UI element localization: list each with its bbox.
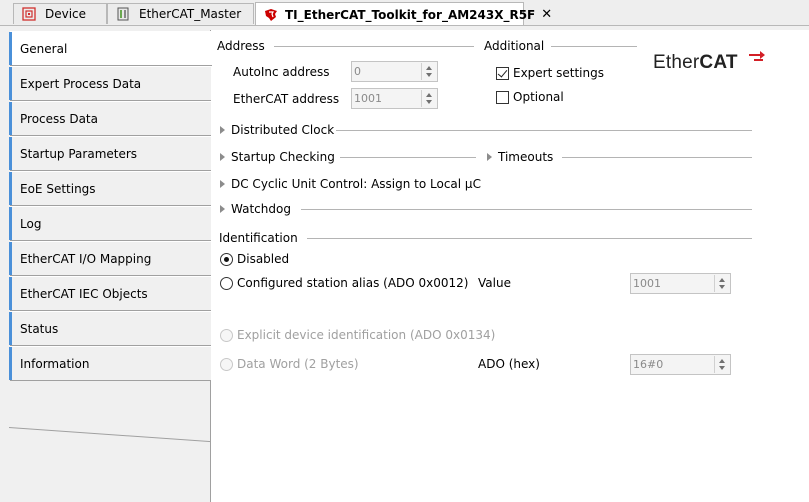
nav-item-ethercat-io-mapping[interactable]: EtherCAT I/O Mapping xyxy=(9,241,211,276)
identification-group-title: Identification xyxy=(219,231,298,245)
spinner-arrows[interactable] xyxy=(714,356,729,373)
nav-item-log[interactable]: Log xyxy=(9,206,211,241)
ethercat-address-spinner[interactable]: 1001 xyxy=(351,88,438,109)
watchdog-divider xyxy=(301,209,752,210)
spinner-up-icon[interactable] xyxy=(426,66,432,70)
nav-item-expert-process-data[interactable]: Expert Process Data xyxy=(9,66,211,101)
configured-station-alias-label: Configured station alias (ADO 0x0012) xyxy=(237,276,469,290)
timeouts-section[interactable]: Timeouts xyxy=(498,150,553,164)
autoinc-address-value: 0 xyxy=(354,65,361,78)
ethercat-address-value: 1001 xyxy=(354,92,382,105)
tab-strip-divider xyxy=(0,25,809,26)
nav-item-label: Information xyxy=(20,356,90,371)
spinner-up-icon[interactable] xyxy=(719,359,725,363)
nav-item-information[interactable]: Information xyxy=(9,346,211,381)
optional-checkbox[interactable] xyxy=(496,91,509,104)
ethercat-address-label: EtherCAT address xyxy=(233,92,340,106)
spinner-arrows[interactable] xyxy=(714,275,729,292)
spinner-up-icon[interactable] xyxy=(719,278,725,282)
ethercat-logo: EtherCAT xyxy=(653,51,765,74)
nav-item-label: General xyxy=(20,41,68,56)
distributed-clock-divider xyxy=(336,130,752,131)
watchdog-section[interactable]: Watchdog xyxy=(231,202,291,216)
ado-hex-value: 16#0 xyxy=(633,358,664,371)
editor-tab-strip: Device EtherCAT_Master TI_EtherCAT_Toolk… xyxy=(0,0,809,26)
explicit-device-identification-label: Explicit device identification (ADO 0x01… xyxy=(237,328,496,342)
expert-settings-label: Expert settings xyxy=(513,66,604,80)
expand-startup-checking-icon[interactable] xyxy=(220,153,225,161)
nav-item-label: Status xyxy=(20,321,59,336)
nav-item-ethercat-iec-objects[interactable]: EtherCAT IEC Objects xyxy=(9,276,211,311)
tab-ti-ethercat-toolkit-label: TI_EtherCAT_Toolkit_for_AM243X_R5F xyxy=(285,7,536,22)
address-divider xyxy=(274,46,474,47)
startup-checking-section[interactable]: Startup Checking xyxy=(231,150,335,164)
nav-item-label: Process Data xyxy=(20,111,98,126)
nav-item-label: Startup Parameters xyxy=(20,146,138,161)
spinner-arrows[interactable] xyxy=(421,63,436,80)
autoinc-address-spinner[interactable]: 0 xyxy=(351,61,438,82)
general-settings-panel: Address AutoInc address 0 EtherCAT addre… xyxy=(211,30,809,502)
additional-group-title: Additional xyxy=(484,39,545,53)
ado-hex-spinner[interactable]: 16#0 xyxy=(630,354,731,375)
nav-item-label: EoE Settings xyxy=(20,181,96,196)
expand-timeouts-icon[interactable] xyxy=(487,153,492,161)
startup-checking-divider xyxy=(340,157,476,158)
alias-value-label: Value xyxy=(478,276,511,290)
spinner-down-icon[interactable] xyxy=(719,366,725,370)
spinner-up-icon[interactable] xyxy=(426,93,432,97)
identification-disabled-radio[interactable] xyxy=(220,253,233,266)
address-group-title: Address xyxy=(217,39,265,53)
timeouts-divider xyxy=(562,157,752,158)
nav-item-label: EtherCAT IEC Objects xyxy=(20,286,148,301)
nav-item-general[interactable]: General xyxy=(9,31,212,66)
tab-ethercat-master-label: EtherCAT_Master xyxy=(139,7,242,21)
additional-divider xyxy=(551,46,637,47)
nav-item-label: EtherCAT I/O Mapping xyxy=(20,251,152,266)
ethercat-logo-prefix: Ether xyxy=(653,52,700,73)
ethercat-logo-arrow-icon xyxy=(749,51,765,61)
settings-nav: General Expert Process Data Process Data… xyxy=(0,30,212,502)
tab-device-label: Device xyxy=(45,7,87,21)
expand-dc-cyclic-icon[interactable] xyxy=(220,180,225,188)
expert-settings-checkbox[interactable] xyxy=(496,67,509,80)
explicit-device-identification-radio[interactable] xyxy=(220,329,233,342)
ado-hex-label: ADO (hex) xyxy=(478,357,540,371)
ethercat-logo-bold: CAT xyxy=(699,52,738,73)
expand-distributed-clock-icon[interactable] xyxy=(220,126,225,134)
tab-ti-ethercat-toolkit[interactable]: TI_EtherCAT_Toolkit_for_AM243X_R5F ✕ xyxy=(255,2,552,26)
dc-cyclic-unit-control-section[interactable]: DC Cyclic Unit Control: Assign to Local … xyxy=(231,177,481,191)
ti-logo-icon xyxy=(265,8,277,21)
expand-watchdog-icon[interactable] xyxy=(220,205,225,213)
distributed-clock-section[interactable]: Distributed Clock xyxy=(231,123,334,137)
device-icon xyxy=(22,7,36,21)
close-tab-icon[interactable]: ✕ xyxy=(541,8,552,21)
data-word-label: Data Word (2 Bytes) xyxy=(237,357,359,371)
tab-ethercat-master[interactable]: EtherCAT_Master xyxy=(107,3,254,24)
spinner-arrows[interactable] xyxy=(421,90,436,107)
nav-item-process-data[interactable]: Process Data xyxy=(9,101,211,136)
alias-value-text: 1001 xyxy=(633,277,661,290)
nav-item-startup-parameters[interactable]: Startup Parameters xyxy=(9,136,211,171)
nav-item-eoe-settings[interactable]: EoE Settings xyxy=(9,171,211,206)
configured-station-alias-radio[interactable] xyxy=(220,277,233,290)
optional-label: Optional xyxy=(513,90,564,104)
spinner-down-icon[interactable] xyxy=(426,100,432,104)
ethercat-master-icon xyxy=(117,7,129,21)
nav-item-label: Log xyxy=(20,216,42,231)
spinner-down-icon[interactable] xyxy=(719,285,725,289)
nav-item-status[interactable]: Status xyxy=(9,311,211,346)
identification-divider xyxy=(307,238,752,239)
data-word-radio[interactable] xyxy=(220,358,233,371)
nav-item-label: Expert Process Data xyxy=(20,76,142,91)
spinner-down-icon[interactable] xyxy=(426,73,432,77)
tab-device[interactable]: Device xyxy=(13,3,107,24)
autoinc-address-label: AutoInc address xyxy=(233,65,330,79)
alias-value-spinner[interactable]: 1001 xyxy=(630,273,731,294)
identification-disabled-label: Disabled xyxy=(237,252,290,266)
